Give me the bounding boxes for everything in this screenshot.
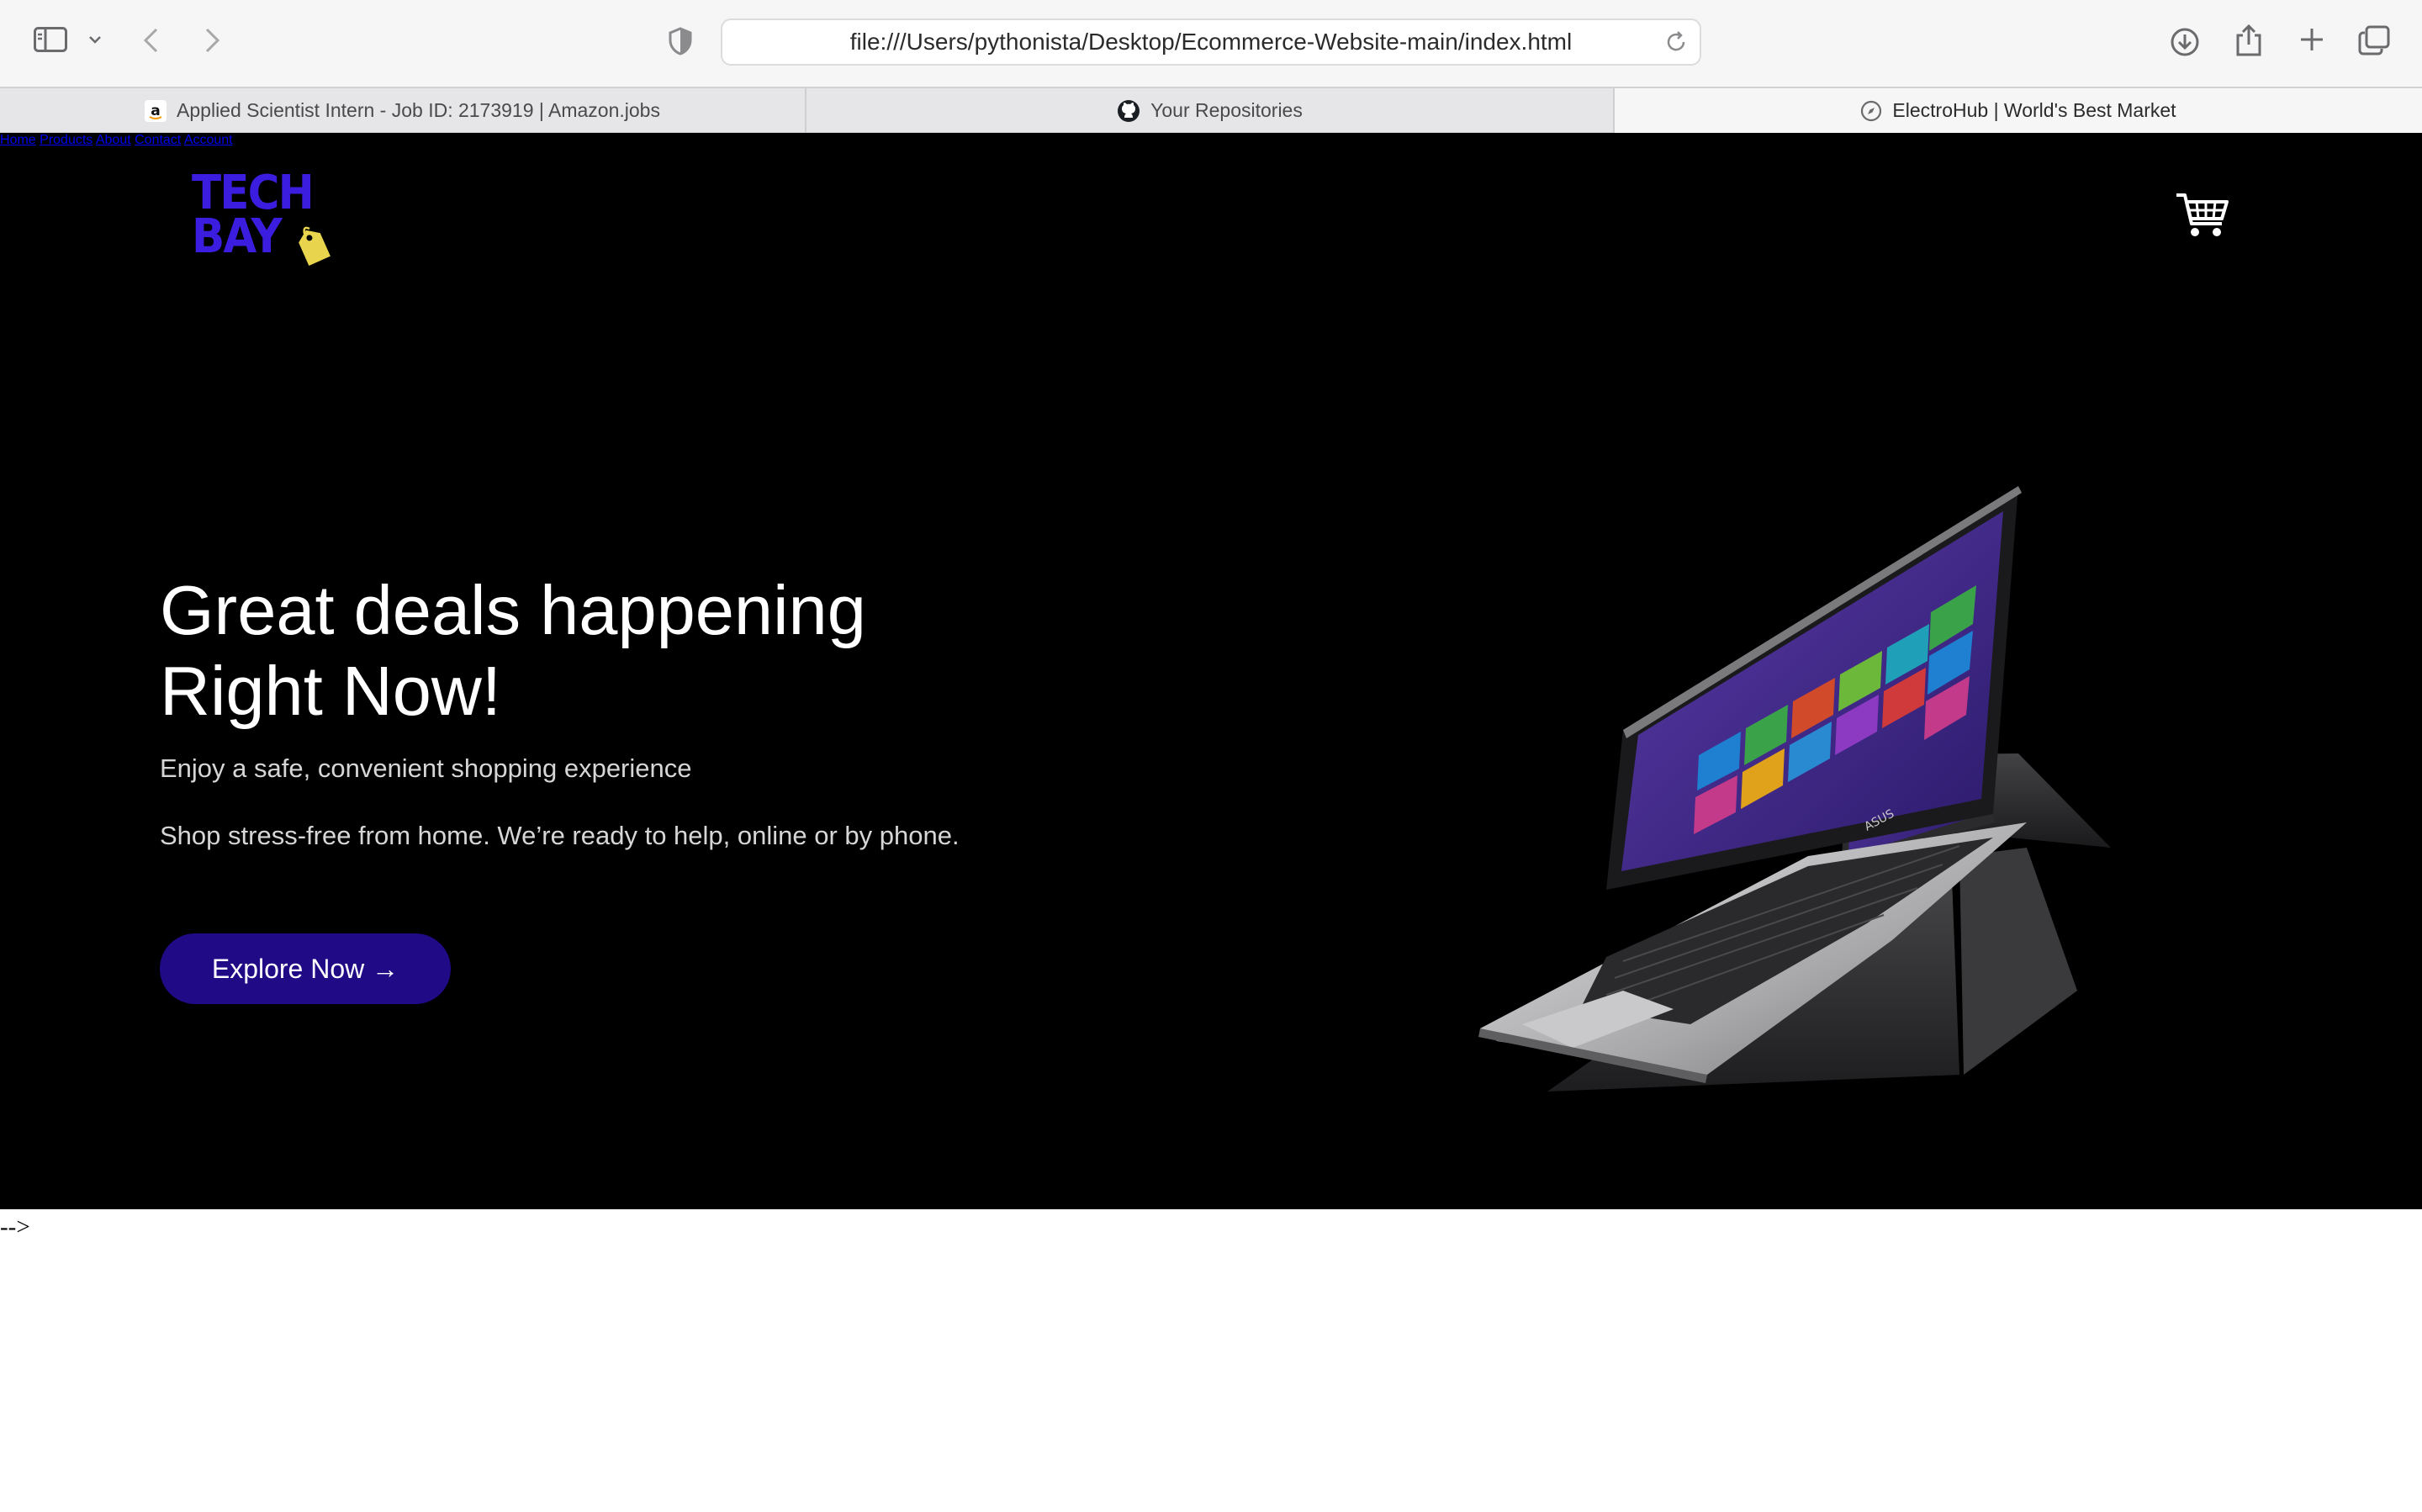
forward-icon[interactable]	[202, 27, 222, 54]
address-bar[interactable]: file:///Users/pythonista/Desktop/Ecommer…	[721, 19, 1701, 66]
back-icon[interactable]	[141, 27, 161, 54]
share-icon[interactable]	[2235, 24, 2262, 57]
tab-label: ElectroHub | World's Best Market	[1892, 99, 2176, 121]
nav-contact[interactable]: Contact	[135, 133, 181, 147]
nav-products[interactable]: Products	[40, 133, 93, 147]
techbay-logo[interactable]: TECH BAY	[190, 170, 333, 266]
price-tag-icon	[294, 225, 331, 272]
svg-text:a: a	[151, 103, 160, 119]
compass-icon	[1860, 100, 1882, 122]
downloads-icon[interactable]	[2170, 27, 2200, 57]
sidebar-toggle-icon[interactable]	[34, 27, 67, 52]
url-text[interactable]: file:///Users/pythonista/Desktop/Ecommer…	[722, 20, 1700, 64]
headline-line1: Great deals happening	[160, 571, 866, 649]
amazon-icon: a	[145, 99, 167, 122]
headline-line2: Right Now!	[160, 652, 501, 730]
hero-section: TECH BAY Home Products About Contact Acc…	[0, 133, 2422, 1209]
tab-label: Your Repositories	[1150, 99, 1303, 121]
new-tab-icon[interactable]	[2299, 27, 2324, 52]
tab-your-repositories[interactable]: Your Repositories	[806, 88, 1615, 133]
browser-toolbar: file:///Users/pythonista/Desktop/Ecommer…	[0, 0, 2422, 87]
logo-line2: BAY	[192, 209, 283, 264]
tab-label: Applied Scientist Intern - Job ID: 21739…	[177, 99, 660, 121]
stray-comment-text: -->	[0, 1213, 30, 1240]
privacy-shield-icon[interactable]	[668, 27, 693, 56]
hero-subtitle: Enjoy a safe, convenient shopping experi…	[160, 753, 692, 783]
hero-headline: Great deals happening Right Now!	[160, 570, 866, 732]
nav-account[interactable]: Account	[184, 133, 233, 147]
convertible-laptop-image: ASUS	[1371, 486, 2128, 1129]
tab-amazon-jobs[interactable]: a Applied Scientist Intern - Job ID: 217…	[0, 88, 806, 133]
hero-description: Shop stress-free from home. We’re ready …	[160, 821, 960, 850]
chevron-down-icon[interactable]	[87, 34, 103, 45]
reload-icon[interactable]	[1664, 30, 1688, 58]
main-nav: Home Products About Contact Account	[0, 133, 2422, 148]
tab-overview-icon[interactable]	[2358, 25, 2390, 56]
nav-home[interactable]: Home	[0, 133, 36, 147]
explore-now-button[interactable]: Explore Now →	[160, 933, 451, 1004]
shopping-cart-icon[interactable]	[2175, 190, 2230, 245]
nav-about[interactable]: About	[96, 133, 131, 147]
tab-bar: a Applied Scientist Intern - Job ID: 217…	[0, 87, 2422, 133]
tab-electrohub[interactable]: ElectroHub | World's Best Market	[1615, 88, 2422, 133]
web-page: TECH BAY Home Products About Contact Acc…	[0, 133, 2422, 1512]
github-icon	[1117, 99, 1140, 123]
